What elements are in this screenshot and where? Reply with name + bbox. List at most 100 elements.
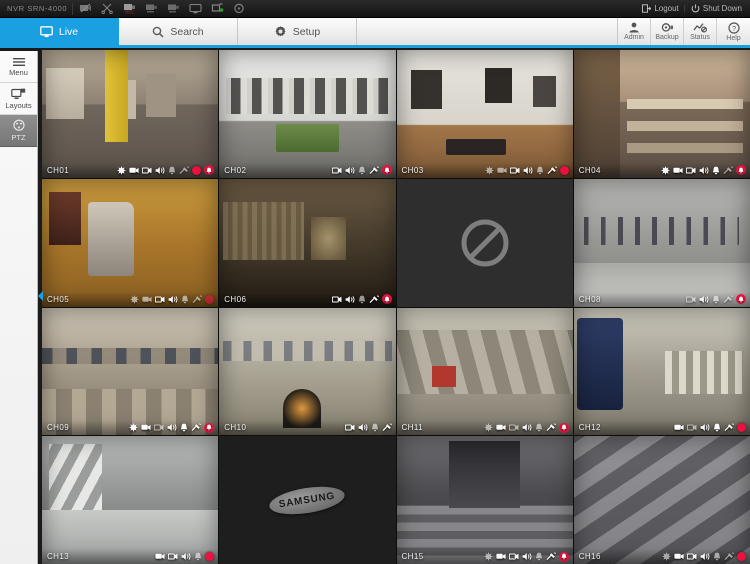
alarm-badge-icon <box>736 165 746 175</box>
scissors-icon[interactable] <box>101 3 114 14</box>
sidebar-item-ptz[interactable]: PTZ <box>0 115 37 147</box>
alarm-badge-icon <box>382 294 392 304</box>
backup-icon <box>661 22 674 33</box>
logout-label: Logout <box>654 4 678 13</box>
sidebar-item-layouts-label: Layouts <box>5 101 31 110</box>
tool-backup[interactable]: Backup <box>651 18 684 45</box>
ptz-icon <box>661 166 670 175</box>
channel-status-icons <box>484 423 569 433</box>
video-cell-ch15[interactable]: CH15 <box>397 436 573 564</box>
tool-backup-label: Backup <box>655 34 678 41</box>
audio-icon <box>168 295 178 304</box>
alarm-icon <box>358 166 366 175</box>
video-cell-ch06[interactable]: CH06 <box>219 179 395 307</box>
channel-label: CH11 <box>402 423 423 432</box>
video-cell-ch14[interactable]: SAMSUNG <box>219 436 395 564</box>
audio-icon <box>699 166 709 175</box>
tab-search-label: Search <box>170 26 203 38</box>
record-dot-icon <box>560 166 569 175</box>
grid-device-icon[interactable] <box>145 3 158 14</box>
video-in-icon <box>687 552 697 561</box>
audio-icon <box>345 166 355 175</box>
feed-vignette <box>219 50 395 178</box>
tab-search[interactable]: Search <box>119 18 238 45</box>
motion-icon <box>724 552 734 561</box>
shutdown-button[interactable]: Shut Down <box>691 4 742 13</box>
collapse-panel-arrow-icon[interactable] <box>36 288 44 304</box>
video-in-icon <box>168 552 178 561</box>
tool-help[interactable]: ? Help <box>717 18 750 45</box>
camera-disable-icon[interactable] <box>79 3 92 14</box>
video-cell-ch07[interactable] <box>397 179 573 307</box>
toolbar-divider <box>72 3 73 15</box>
camera-icon <box>496 552 506 561</box>
alarm-icon <box>713 423 721 432</box>
layouts-icon <box>11 88 26 100</box>
video-cell-ch10[interactable]: CH10 <box>219 308 395 436</box>
tool-admin-label: Admin <box>624 34 644 41</box>
window-title-bar: NVR SRN-4000 REC <box>0 0 750 18</box>
network-status-icon[interactable] <box>211 3 224 14</box>
sidebar-item-menu[interactable]: Menu <box>0 51 37 83</box>
network-device-icon[interactable] <box>167 3 180 14</box>
tool-status[interactable]: Status <box>684 18 717 45</box>
alarm-badge-icon <box>559 423 569 433</box>
motion-icon <box>382 423 392 432</box>
motion-icon <box>723 166 733 175</box>
channel-overlay-bar: CH04 <box>574 163 750 178</box>
camera-icon <box>497 166 507 175</box>
audio-icon <box>700 423 710 432</box>
alarm-badge-icon <box>204 423 214 433</box>
alarm-icon <box>358 295 366 304</box>
record-dot-icon <box>205 295 214 304</box>
video-cell-ch12[interactable]: CH12 <box>574 308 750 436</box>
motion-icon <box>369 166 379 175</box>
logout-icon <box>642 4 651 13</box>
channel-label: CH10 <box>224 423 246 432</box>
feed-vignette <box>574 50 750 178</box>
tab-setup-label: Setup <box>293 26 320 38</box>
video-cell-ch04[interactable]: CH04 <box>574 50 750 178</box>
channel-overlay-bar: CH08 <box>574 292 750 307</box>
tool-status-label: Status <box>690 34 710 41</box>
feed-vignette <box>219 308 395 436</box>
sidebar-item-ptz-label: PTZ <box>11 133 25 142</box>
product-title: NVR SRN-4000 <box>0 4 66 13</box>
feed-vignette <box>219 179 395 307</box>
logout-button[interactable]: Logout <box>642 4 678 13</box>
video-cell-ch02[interactable]: CH02 <box>219 50 395 178</box>
tool-admin[interactable]: Admin <box>618 18 651 45</box>
video-cell-ch09[interactable]: CH09 <box>42 308 218 436</box>
video-cell-ch16[interactable]: CH16 <box>574 436 750 564</box>
sidebar-item-layouts[interactable]: Layouts <box>0 83 37 115</box>
channel-status-icons <box>661 165 746 175</box>
video-cell-ch01[interactable]: CH01 <box>42 50 218 178</box>
hamburger-icon <box>12 57 26 67</box>
video-cell-ch13[interactable]: CH13 <box>42 436 218 564</box>
channel-overlay-bar: CH02 <box>219 163 395 178</box>
monitor-icon[interactable] <box>189 3 202 14</box>
audio-icon <box>523 166 533 175</box>
samsung-logo-text: SAMSUNG <box>279 490 337 510</box>
tab-setup[interactable]: Setup <box>238 18 357 45</box>
video-cell-ch03[interactable]: CH03 <box>397 50 573 178</box>
alarm-badge-icon <box>204 165 214 175</box>
tab-bar-filler <box>357 18 618 45</box>
channel-label: CH09 <box>47 423 69 432</box>
video-cell-ch05[interactable]: CH05 <box>42 179 218 307</box>
video-cell-ch08[interactable]: CH08 <box>574 179 750 307</box>
camera-icon <box>674 423 684 432</box>
disc-icon[interactable] <box>233 3 246 14</box>
motion-icon <box>547 166 557 175</box>
channel-label: CH12 <box>579 423 601 432</box>
alarm-badge-icon <box>559 423 569 433</box>
monitor-icon <box>40 26 53 38</box>
main-tab-bar: Live Search Setup Admin Backup Status <box>0 18 750 48</box>
ptz-icon <box>484 552 493 561</box>
feed-vignette <box>42 308 218 436</box>
tab-live[interactable]: Live <box>0 18 119 45</box>
svg-text:?: ? <box>731 24 735 33</box>
audio-icon <box>522 552 532 561</box>
video-cell-ch11[interactable]: CH11 <box>397 308 573 436</box>
record-alarm-icon[interactable]: REC <box>123 3 136 14</box>
